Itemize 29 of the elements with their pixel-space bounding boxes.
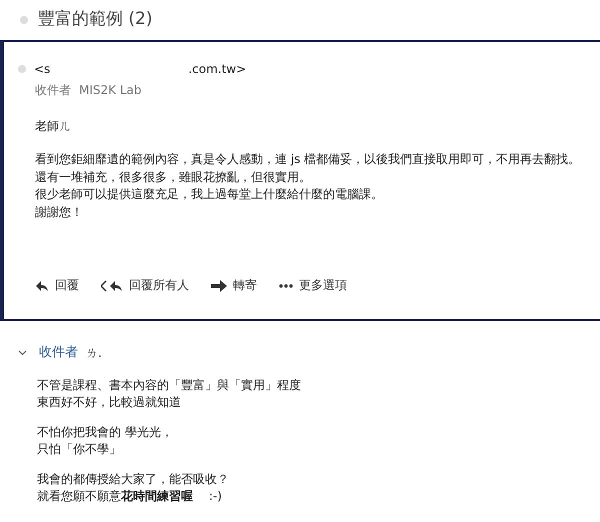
status-dot (18, 65, 26, 73)
reply-all-button[interactable]: 回覆所有人 (101, 277, 189, 294)
reply-button[interactable]: 回覆 (35, 277, 79, 294)
sender-address: .com.tw> (188, 61, 246, 78)
body-text: 就看您願不願意花時間練習喔 :-) (37, 488, 223, 505)
recipient-name: ㄌ. (86, 344, 102, 362)
forward-arrow-icon (211, 280, 227, 292)
recipient-name: MIS2K Lab (79, 82, 142, 99)
body-text: 看到您鉅細靡遺的範例內容，真是令人感動，連 js 檔都備妥，以後我們直接取用即可，不用再去翻找。 (35, 151, 582, 168)
thread-title: 豐富的範例 (2) (38, 8, 152, 32)
body-text: 東西好不好，比較過就知道 (37, 394, 182, 411)
body-text: 很少老師可以提供這麼充足，我上過每堂上什麼給什麼的電腦課。 (35, 186, 384, 203)
chevron-icon (18, 350, 27, 356)
body-text: 還有一堆補充，很多很多，雖眼花撩亂，但很實用。 (35, 168, 312, 186)
recipient-label: 收件者 (35, 82, 71, 99)
body-text: 不怕你把我會的 學光光， (37, 424, 174, 440)
sender-address: <s (34, 61, 50, 78)
more-button[interactable]: 更多選項 (279, 277, 347, 294)
more-icon (279, 284, 293, 288)
body-text: 我會的都傳授給大家了，能否吸收？ (37, 470, 230, 488)
forward-button[interactable]: 轉寄 (211, 277, 257, 294)
status-dot (20, 16, 28, 24)
reply-all-icon (101, 280, 123, 292)
body-text: 謝謝您！ (35, 204, 84, 220)
greeting-text: 老師ㄦ (35, 118, 72, 134)
reply-icon (35, 280, 49, 292)
body-text: 只怕「你不學」 (37, 441, 122, 458)
body-text: 不管是課程、書本內容的「豐富」與「實用」程度 (37, 376, 302, 394)
recipient-label: 收件者 (39, 344, 78, 362)
